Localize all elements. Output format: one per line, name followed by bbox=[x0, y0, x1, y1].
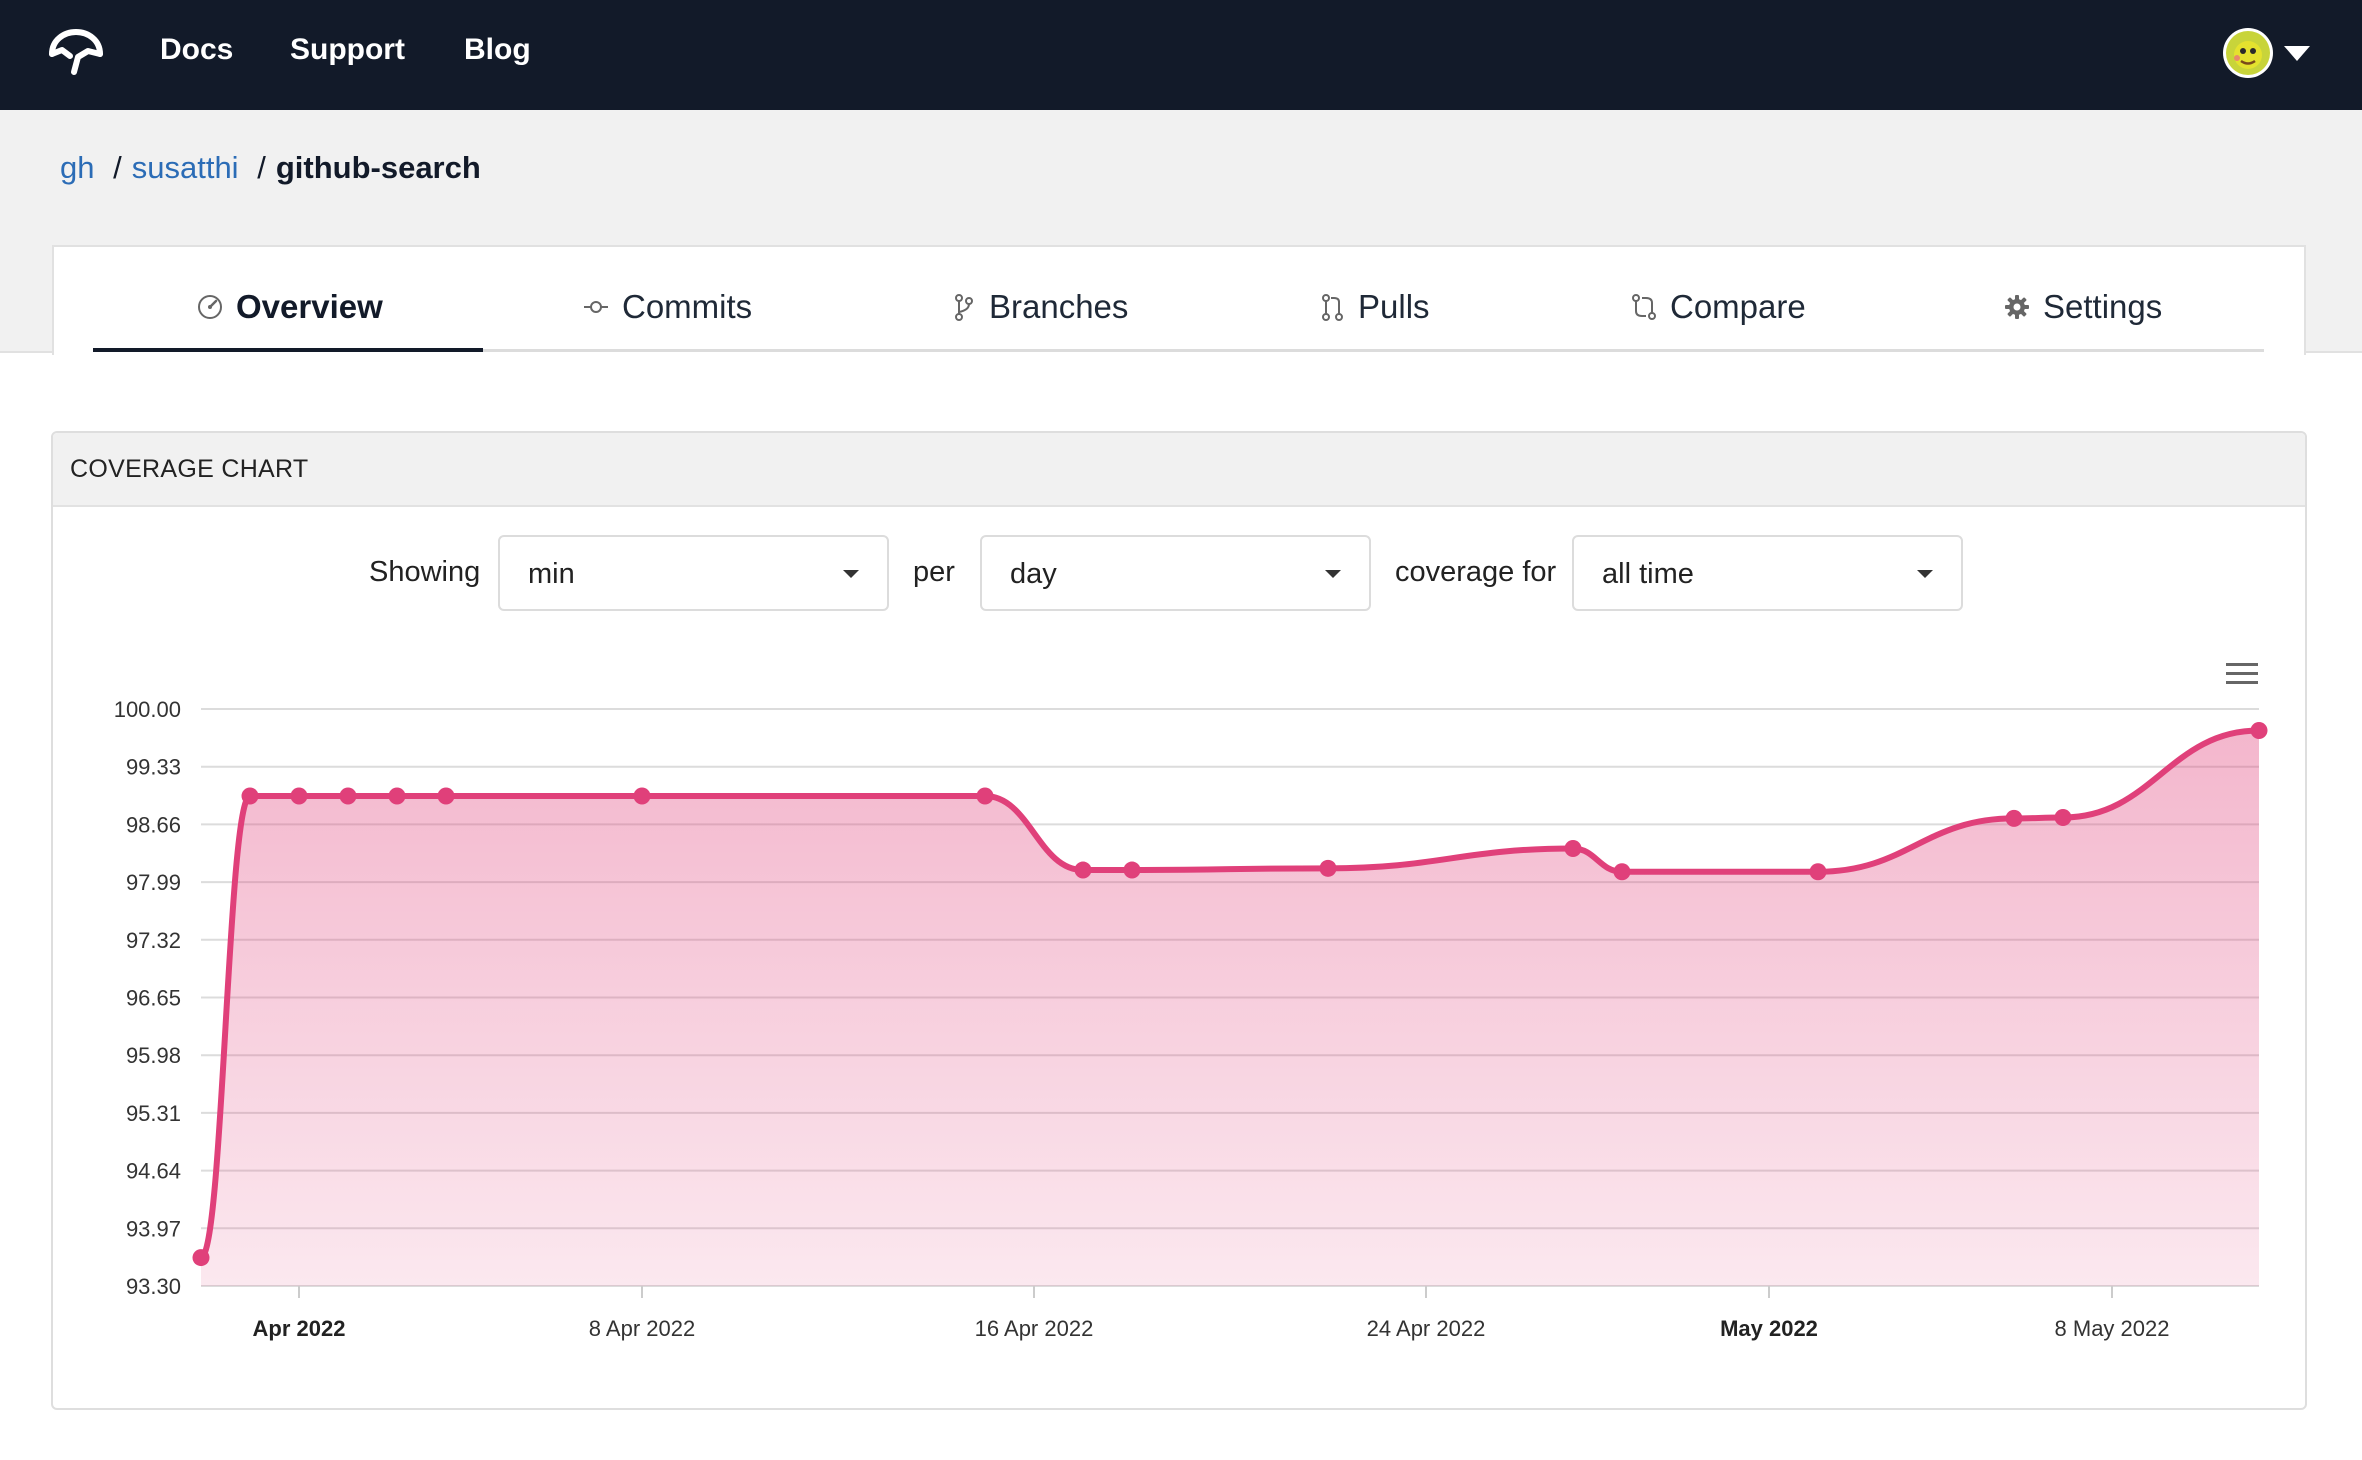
x-tick-label: 8 Apr 2022 bbox=[589, 1316, 695, 1341]
coverage-point bbox=[633, 787, 651, 805]
coverage-area bbox=[201, 730, 2259, 1286]
coverage-point bbox=[1319, 859, 1337, 877]
y-tick-label: 97.99 bbox=[126, 870, 181, 895]
coverage-point bbox=[1613, 863, 1631, 881]
coverage-point bbox=[1564, 840, 1582, 858]
y-tick-label: 93.97 bbox=[126, 1216, 181, 1241]
coverage-point bbox=[1809, 863, 1827, 881]
coverage-point bbox=[388, 787, 406, 805]
coverage-point bbox=[2005, 809, 2023, 827]
y-tick-label: 96.65 bbox=[126, 986, 181, 1011]
coverage-point bbox=[1074, 861, 1092, 879]
coverage-point bbox=[976, 787, 994, 805]
y-tick-label: 95.31 bbox=[126, 1101, 181, 1126]
coverage-point bbox=[437, 787, 455, 805]
x-tick-label: 16 Apr 2022 bbox=[975, 1316, 1094, 1341]
coverage-point bbox=[2054, 809, 2072, 827]
x-tick-label: 8 May 2022 bbox=[2055, 1316, 2170, 1341]
y-tick-label: 99.33 bbox=[126, 755, 181, 780]
coverage-point bbox=[241, 787, 259, 805]
x-tick-label: May 2022 bbox=[1720, 1316, 1818, 1341]
x-tick-label: 24 Apr 2022 bbox=[1367, 1316, 1486, 1341]
y-tick-label: 95.98 bbox=[126, 1043, 181, 1068]
coverage-chart: 100.00 99.33 98.66 97.99 97.32 96.65 95.98 95.3… bbox=[114, 697, 2268, 1341]
y-tick-label: 97.32 bbox=[126, 928, 181, 953]
coverage-point bbox=[290, 787, 308, 805]
y-tick-label: 94.64 bbox=[126, 1159, 181, 1184]
coverage-point bbox=[1123, 861, 1141, 879]
coverage-point bbox=[339, 787, 357, 805]
x-tick-label: Apr 2022 bbox=[253, 1316, 346, 1341]
y-tick-label: 100.00 bbox=[114, 697, 181, 722]
coverage-point bbox=[2250, 722, 2268, 740]
y-tick-label: 98.66 bbox=[126, 812, 181, 837]
coverage-point bbox=[192, 1249, 210, 1267]
y-tick-label: 93.30 bbox=[126, 1274, 181, 1299]
